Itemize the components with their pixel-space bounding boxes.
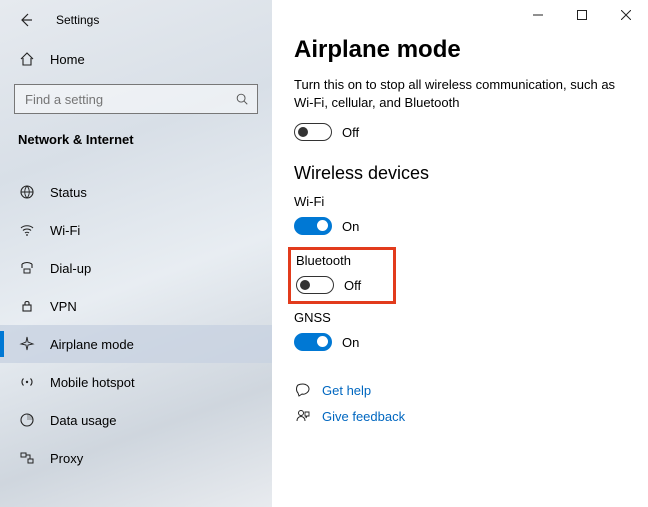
globe-icon [18, 184, 36, 200]
wifi-state: On [342, 219, 359, 234]
nav-item-hotspot[interactable]: Mobile hotspot [0, 363, 272, 401]
category-label: Network & Internet [0, 128, 272, 157]
nav-label: Mobile hotspot [50, 375, 135, 390]
main-content: Airplane mode Turn this on to stop all w… [272, 0, 648, 507]
bluetooth-toggle[interactable] [296, 276, 334, 294]
proxy-icon [18, 450, 36, 466]
wireless-devices-title: Wireless devices [294, 163, 630, 184]
link-text: Give feedback [322, 409, 405, 424]
maximize-button[interactable] [560, 0, 604, 30]
home-button[interactable]: Home [0, 40, 272, 78]
wifi-toggle[interactable] [294, 217, 332, 235]
give-feedback-link[interactable]: Give feedback [294, 403, 630, 429]
gnss-state: On [342, 335, 359, 350]
back-button[interactable] [10, 4, 42, 36]
device-wifi: Wi-Fi On [294, 194, 630, 239]
wifi-icon [18, 222, 36, 238]
bluetooth-state: Off [344, 278, 361, 293]
nav-label: Proxy [50, 451, 83, 466]
nav-item-proxy[interactable]: Proxy [0, 439, 272, 477]
feedback-icon [294, 408, 312, 424]
bluetooth-highlight: Bluetooth Off [288, 247, 396, 304]
home-icon [18, 51, 36, 67]
close-button[interactable] [604, 0, 648, 30]
nav-label: Status [50, 185, 87, 200]
device-gnss: GNSS On [294, 310, 630, 355]
device-name: GNSS [294, 310, 630, 325]
dialup-icon [18, 260, 36, 276]
window-controls [516, 0, 648, 30]
search-icon [235, 92, 249, 106]
hotspot-icon [18, 374, 36, 390]
titlebar: Settings [0, 0, 272, 40]
device-name: Bluetooth [296, 253, 361, 268]
nav-item-dialup[interactable]: Dial-up [0, 249, 272, 287]
nav-label: VPN [50, 299, 77, 314]
app-title: Settings [56, 13, 99, 27]
back-arrow-icon [18, 12, 34, 28]
gnss-toggle[interactable] [294, 333, 332, 351]
nav-item-vpn[interactable]: VPN [0, 287, 272, 325]
help-links: Get help Give feedback [294, 377, 630, 429]
vpn-icon [18, 298, 36, 314]
nav-item-airplane[interactable]: Airplane mode [0, 325, 272, 363]
nav-item-wifi[interactable]: Wi-Fi [0, 211, 272, 249]
nav-label: Airplane mode [50, 337, 134, 352]
sidebar: Settings Home Network & Internet Status … [0, 0, 272, 507]
airplane-mode-state: Off [342, 125, 359, 140]
device-name: Wi-Fi [294, 194, 630, 209]
airplane-icon [18, 336, 36, 352]
maximize-icon [577, 10, 587, 20]
link-text: Get help [322, 383, 371, 398]
nav-item-status[interactable]: Status [0, 173, 272, 211]
home-label: Home [50, 52, 85, 67]
nav-label: Dial-up [50, 261, 91, 276]
minimize-icon [533, 10, 543, 20]
nav-list: Status Wi-Fi Dial-up VPN Airplane mode M… [0, 157, 272, 477]
close-icon [621, 10, 631, 20]
page-title: Airplane mode [294, 36, 630, 64]
data-usage-icon [18, 412, 36, 428]
search-input[interactable] [23, 91, 223, 108]
airplane-mode-toggle[interactable] [294, 123, 332, 141]
help-icon [294, 382, 312, 398]
minimize-button[interactable] [516, 0, 560, 30]
search-box[interactable] [14, 84, 258, 114]
page-description: Turn this on to stop all wireless commun… [294, 76, 630, 111]
nav-label: Wi-Fi [50, 223, 80, 238]
nav-label: Data usage [50, 413, 117, 428]
nav-item-datausage[interactable]: Data usage [0, 401, 272, 439]
get-help-link[interactable]: Get help [294, 377, 630, 403]
